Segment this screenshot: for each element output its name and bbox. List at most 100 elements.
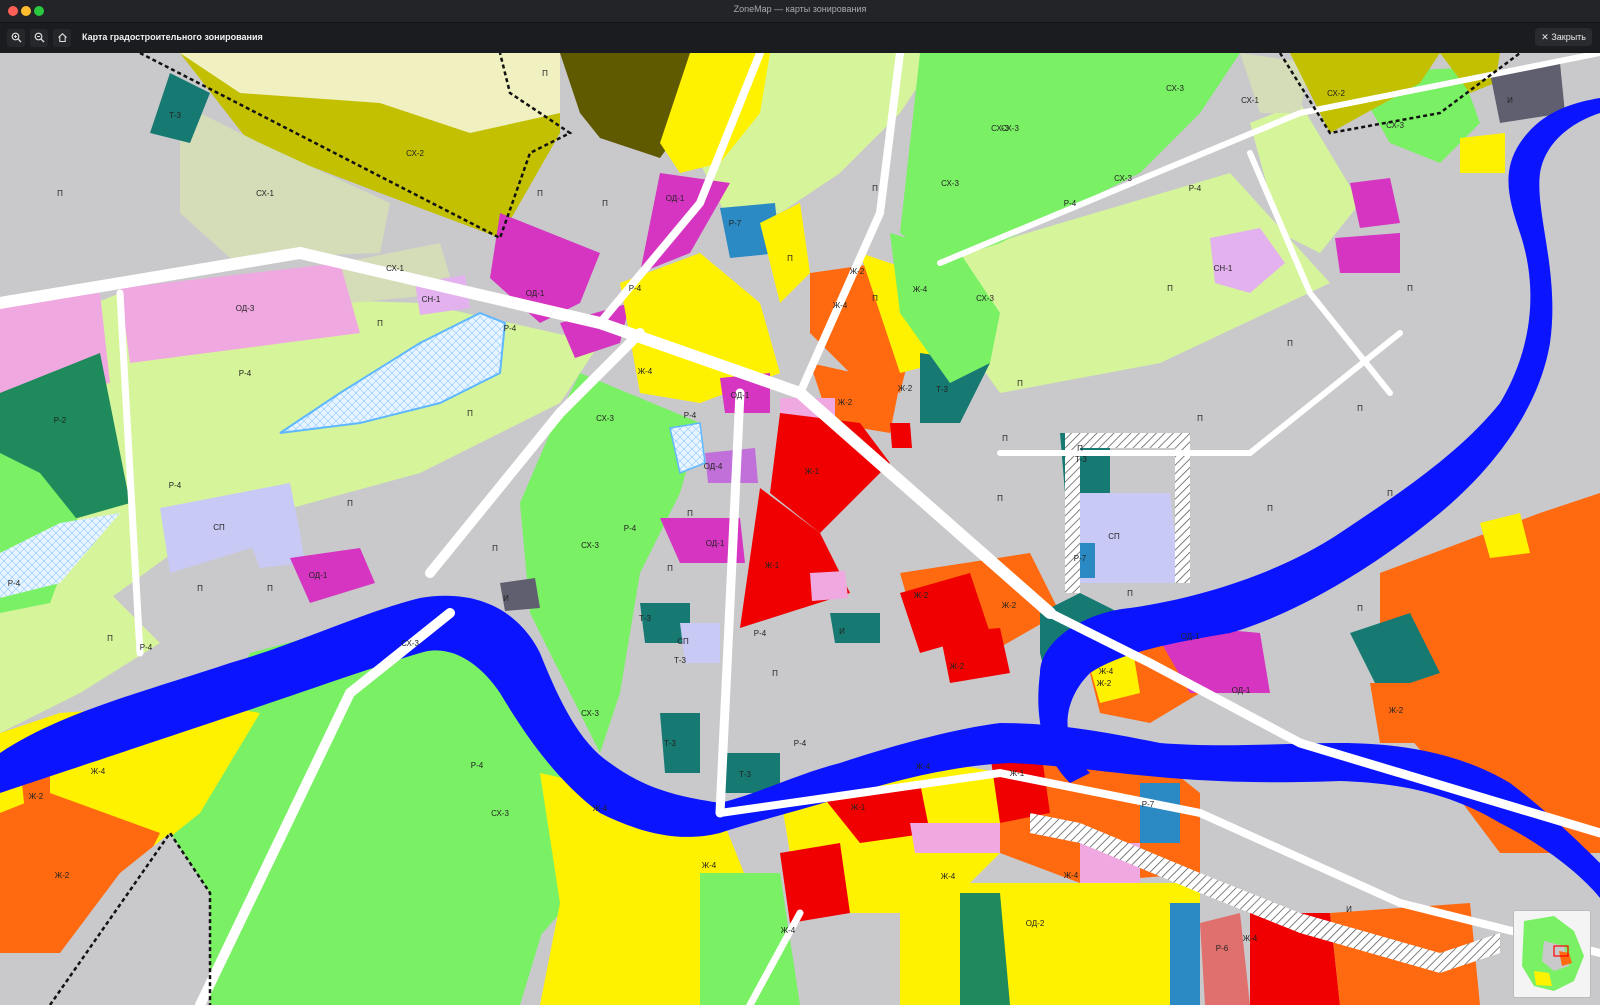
zone-zh2-center-east: [1370, 683, 1460, 743]
zone-label: ОД-1: [666, 194, 685, 203]
zone-label: СХ-3: [976, 294, 994, 303]
zone-label: СХ-3: [581, 709, 599, 718]
zone-label: П: [542, 69, 548, 78]
zone-label: П: [1017, 379, 1023, 388]
zone-label: Р-4: [754, 629, 767, 638]
zone-label: Ж-2: [1097, 679, 1112, 688]
zone-label: Ж-4: [702, 861, 717, 870]
zone-zh1-center3: [890, 423, 912, 448]
zone-label: СХ-3: [401, 639, 419, 648]
zone-label: П: [1357, 404, 1363, 413]
zone-label: СП: [1108, 532, 1120, 541]
zone-label: СХ-3: [1114, 174, 1132, 183]
zone-label: П: [57, 189, 63, 198]
minimap-canvas: [1514, 911, 1590, 997]
zone-label: П: [537, 189, 543, 198]
zone-label: Ж-4: [916, 762, 931, 771]
zone-label: Р-4: [471, 761, 484, 770]
zone-label: Р-4: [794, 739, 807, 748]
zone-label: Р-7: [1074, 554, 1087, 563]
zone-label: П: [107, 634, 113, 643]
zone-label: П: [602, 199, 608, 208]
zone-label: Ж-4: [1099, 667, 1114, 676]
zone-label: Ж-2: [1389, 706, 1404, 715]
zone-label: Р-4: [504, 324, 517, 333]
zone-label: Ж-4: [941, 872, 956, 881]
zone-label: Ж-1: [765, 561, 780, 570]
zone-label: Ж-4: [833, 301, 848, 310]
window-title: ZoneMap — карты зонирования: [733, 4, 867, 14]
zone-label: СХ-3: [596, 414, 614, 423]
zone-label: СХ-3: [581, 541, 599, 550]
zone-label: ОД-1: [706, 539, 725, 548]
zoom-in-icon: [11, 32, 21, 43]
zone-label: П: [1387, 489, 1393, 498]
zone-zh1-center5: [940, 628, 1010, 683]
zone-label: П: [492, 544, 498, 553]
zone-label: П: [1407, 284, 1413, 293]
map-title: Карта градостроительного зонирования: [82, 32, 263, 42]
zone-label: Р-7: [729, 219, 742, 228]
zoom-out-button[interactable]: [30, 29, 48, 47]
close-label: Закрыть: [1551, 32, 1586, 42]
zone-label: Ж-2: [55, 871, 70, 880]
zone-label: П: [687, 509, 693, 518]
zone-label: СХ-2: [1327, 89, 1345, 98]
zone-zh4-ne: [1460, 133, 1505, 173]
zone-label: П: [1287, 339, 1293, 348]
zone-label: СХ-3: [1001, 124, 1019, 133]
window-titlebar: ZoneMap — карты зонирования: [0, 0, 1600, 23]
zone-label: Ж-4: [913, 285, 928, 294]
zone-label: СХ-1: [256, 189, 274, 198]
zone-label: П: [872, 294, 878, 303]
zone-t3-center5: [830, 613, 880, 643]
zone-label: Ж-1: [805, 467, 820, 476]
zone-label: П: [772, 669, 778, 678]
zoom-out-icon: [34, 32, 44, 43]
zone-label: П: [1002, 434, 1008, 443]
zone-label: Р-6: [1216, 944, 1229, 953]
zone-label: П: [1077, 444, 1083, 453]
zone-label: П: [787, 254, 793, 263]
zone-label: Ж-2: [914, 591, 929, 600]
zone-label: П: [197, 584, 203, 593]
zone-label: Т-3: [936, 385, 949, 394]
zone-label: СН-1: [1214, 264, 1233, 273]
zone-label: Р-4: [8, 579, 21, 588]
map-canvas[interactable]: П П П П П П П П П П П П П П П П П П П П П П П П П П П П П П СХ-2 СХ-1 СХ…: [0, 53, 1600, 1005]
zone-label: СП: [213, 523, 225, 532]
close-icon: ✕: [1541, 32, 1549, 42]
zone-label: П: [1357, 604, 1363, 613]
zone-label: Р-4: [1064, 199, 1077, 208]
zone-label: П: [997, 494, 1003, 503]
minimap[interactable]: [1513, 910, 1591, 998]
zoning-map[interactable]: П П П П П П П П П П П П П П П П П П П П П П П П П П П П П П СХ-2 СХ-1 СХ…: [0, 53, 1600, 1005]
zone-label: П: [1167, 284, 1173, 293]
zone-od3-south: [910, 823, 1000, 853]
zone-label: П: [667, 564, 673, 573]
zone-label: П: [1197, 414, 1203, 423]
zone-label: И: [503, 594, 509, 603]
close-map-button[interactable]: ✕ Закрыть: [1535, 28, 1592, 46]
zone-label: Р-4: [684, 411, 697, 420]
zone-label: Ж-2: [838, 398, 853, 407]
zone-label: Т-3: [739, 770, 752, 779]
zone-label: П: [377, 319, 383, 328]
zone-label: ОД-2: [1026, 919, 1045, 928]
zone-label: Ж-4: [593, 804, 608, 813]
zone-label: СХ-1: [386, 264, 404, 273]
zone-label: Р-4: [169, 481, 182, 490]
zone-label: Р-4: [1189, 184, 1202, 193]
zone-label: Ж-4: [1243, 934, 1258, 943]
zone-label: Ж-4: [91, 767, 106, 776]
zone-label: Ж-2: [1002, 601, 1017, 610]
zone-label: СХ-3: [1166, 84, 1184, 93]
zone-label: Ж-2: [850, 267, 865, 276]
zone-label: И: [839, 627, 845, 636]
zone-label: Ж-4: [638, 367, 653, 376]
zone-label: П: [267, 584, 273, 593]
home-button[interactable]: [53, 29, 71, 47]
zoom-in-button[interactable]: [7, 29, 25, 47]
zone-label: ОД-1: [1232, 686, 1251, 695]
zone-label: СХ-3: [941, 179, 959, 188]
